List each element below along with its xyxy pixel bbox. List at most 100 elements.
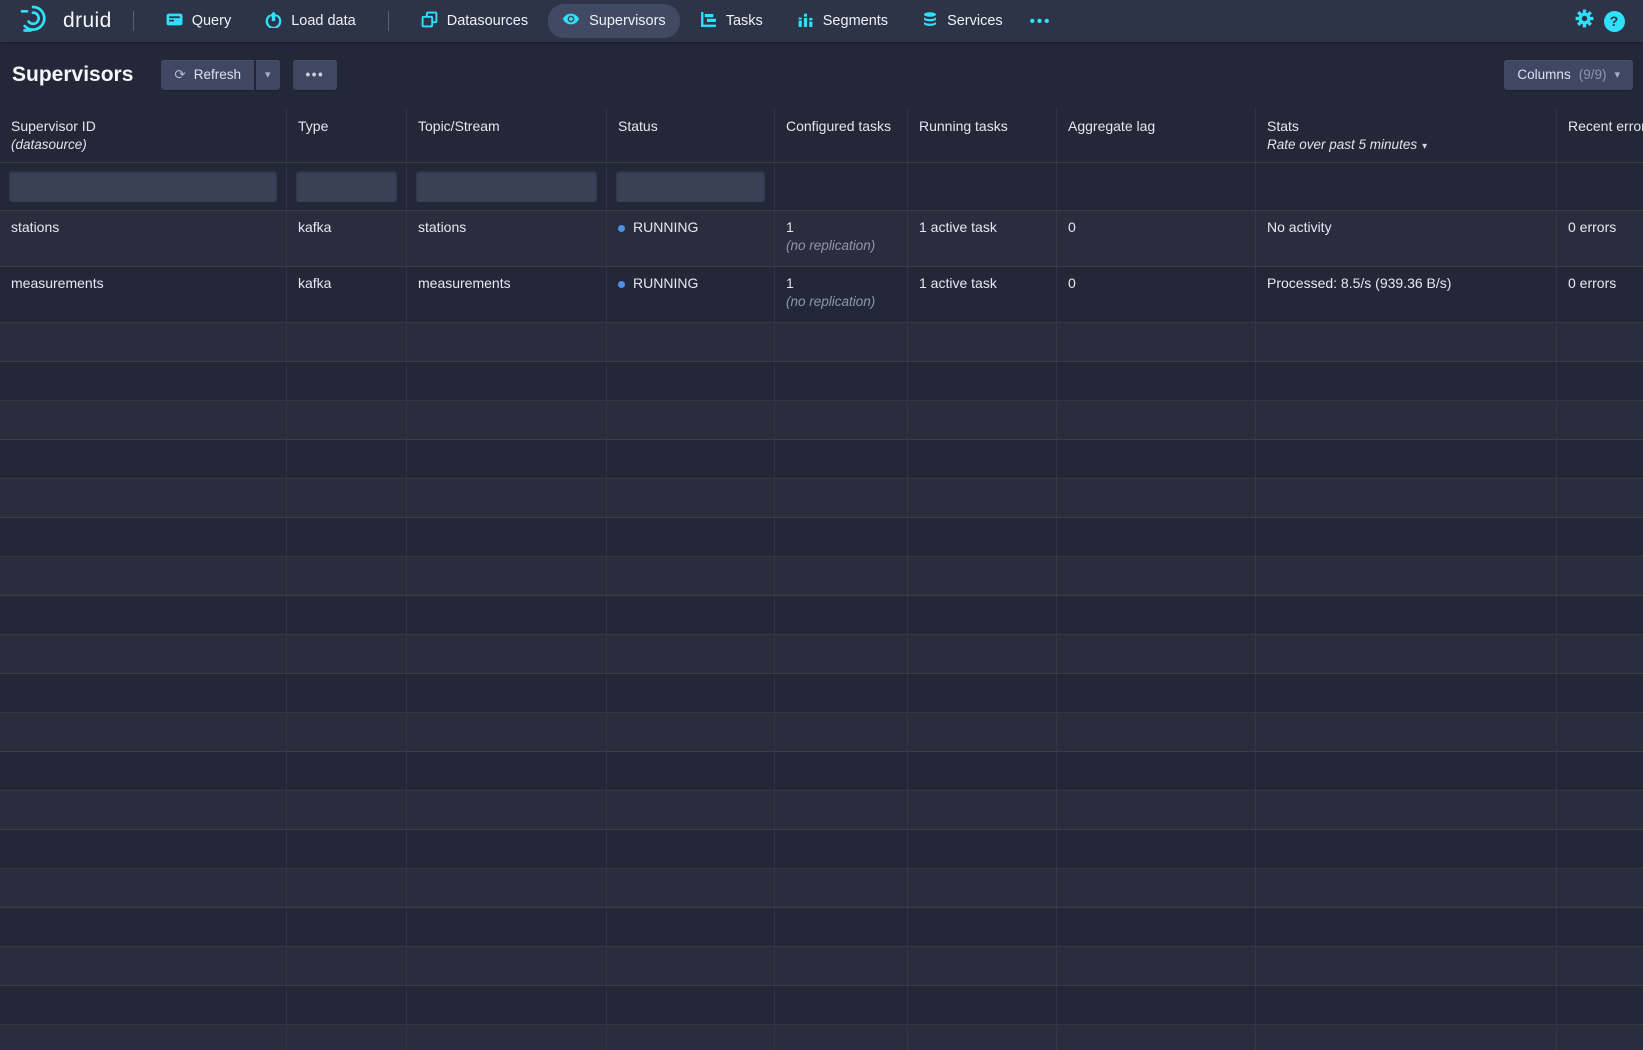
columns-button[interactable]: Columns (9/9) ▾ [1504,60,1633,90]
table-row-stations[interactable]: stations kafka stations RUNNING 1 (no re… [0,211,1643,267]
table-cell-empty [407,596,607,634]
stats-rate-selector[interactable]: Rate over past 5 minutes▾ [1267,137,1545,152]
table-filter-row [0,163,1643,211]
table-cell-empty [1057,1025,1256,1050]
table-cell-empty [775,947,908,985]
table-cell-empty [1057,830,1256,868]
column-header-recent-errors[interactable]: Recent errors [1557,107,1643,162]
help-button[interactable]: ? [1599,6,1629,36]
table-row-empty [0,947,1643,986]
table-cell-empty [287,596,407,634]
table-cell-empty [607,713,775,751]
table-cell-empty [607,869,775,907]
table-cell-empty [1557,401,1643,439]
nav-item-segments[interactable]: Segments [783,5,902,38]
column-header-configured-tasks[interactable]: Configured tasks [775,107,908,162]
table-cell-empty [1256,674,1557,712]
status-cell: RUNNING [607,267,775,322]
filter-input-supervisor-id[interactable] [9,171,277,202]
table-cell-empty [287,752,407,790]
table-cell-empty [1057,557,1256,595]
column-header-running-tasks[interactable]: Running tasks [908,107,1057,162]
table-cell-empty [407,908,607,946]
table-cell-empty [908,440,1057,478]
filter-input-type[interactable] [296,171,397,202]
refresh-interval-button[interactable]: ▾ [256,60,280,90]
supervisors-table: Supervisor ID (datasource) Type Topic/St… [0,107,1643,1050]
configured-tasks-cell: 1 (no replication) [775,267,908,322]
column-header-status[interactable]: Status [607,107,775,162]
column-label: Configured tasks [786,118,896,134]
table-cell-empty [775,557,908,595]
table-row-empty [0,323,1643,362]
table-cell-empty [1557,1025,1643,1050]
nav-item-services[interactable]: Services [908,5,1017,38]
column-label: Type [298,118,395,134]
supervisor-id-cell: stations [0,211,287,266]
column-header-stats[interactable]: Stats Rate over past 5 minutes▾ [1256,107,1557,162]
filter-input-status[interactable] [616,171,765,202]
view-toolbar: Supervisors ⟳ Refresh ▾ ••• Columns (9/9… [0,42,1643,107]
column-label: Running tasks [919,118,1045,134]
table-cell-empty [1557,947,1643,985]
nav-item-load-data[interactable]: Load data [251,5,370,38]
table-cell-empty [1557,752,1643,790]
column-label: Supervisor ID [11,118,275,134]
type-cell: kafka [287,267,407,322]
table-cell-empty [407,323,607,361]
table-cell-empty [1256,362,1557,400]
column-header-type[interactable]: Type [287,107,407,162]
table-cell-empty [607,440,775,478]
columns-label: Columns [1517,67,1570,82]
table-cell-empty [1557,518,1643,556]
table-cell-empty [1557,791,1643,829]
table-row-measurements[interactable]: measurements kafka measurements RUNNING … [0,267,1643,323]
table-cell-empty [775,908,908,946]
topic-cell: stations [407,211,607,266]
table-cell-empty [407,557,607,595]
column-header-supervisor-id[interactable]: Supervisor ID (datasource) [0,107,287,162]
table-cell-empty [1057,869,1256,907]
table-cell-empty [407,440,607,478]
configured-tasks-note: (no replication) [786,294,896,309]
table-cell-empty [1557,596,1643,634]
page-title: Supervisors [12,63,133,87]
table-cell-empty [1256,1025,1557,1050]
column-header-aggregate-lag[interactable]: Aggregate lag [1057,107,1256,162]
table-cell-empty [1557,440,1643,478]
table-cell-empty [908,830,1057,868]
table-cell-empty [1557,635,1643,673]
filter-cell-empty [775,163,908,210]
table-cell-empty [607,323,775,361]
more-actions-button[interactable]: ••• [293,60,338,90]
table-cell-empty [407,947,607,985]
application-icon [166,11,183,32]
table-cell-empty [1057,596,1256,634]
status-text: RUNNING [633,275,698,291]
druid-brand[interactable]: druid [14,3,118,39]
nav-divider [388,11,389,31]
table-row-empty [0,479,1643,518]
nav-item-query[interactable]: Query [152,5,246,38]
column-label: Topic/Stream [418,118,595,134]
nav-item-datasources[interactable]: Datasources [407,5,542,38]
column-label: Recent errors [1568,118,1643,134]
table-cell-empty [287,557,407,595]
table-cell-empty [775,596,908,634]
settings-button[interactable] [1569,6,1599,36]
table-row-empty [0,635,1643,674]
nav-item-supervisors[interactable]: Supervisors [548,4,680,38]
brand-wordmark: druid [63,9,112,33]
status-dot-icon [618,281,625,288]
table-cell-empty [1256,635,1557,673]
refresh-button[interactable]: ⟳ Refresh [161,60,254,90]
nav-more-button[interactable]: ••• [1020,9,1062,34]
filter-input-topic-stream[interactable] [416,171,597,202]
nav-item-tasks[interactable]: Tasks [686,5,777,38]
column-header-topic-stream[interactable]: Topic/Stream [407,107,607,162]
table-cell-empty [0,635,287,673]
table-cell-empty [908,1025,1057,1050]
nav-item-label: Tasks [726,13,763,29]
table-cell-empty [0,674,287,712]
aggregate-lag-cell: 0 [1057,211,1256,266]
